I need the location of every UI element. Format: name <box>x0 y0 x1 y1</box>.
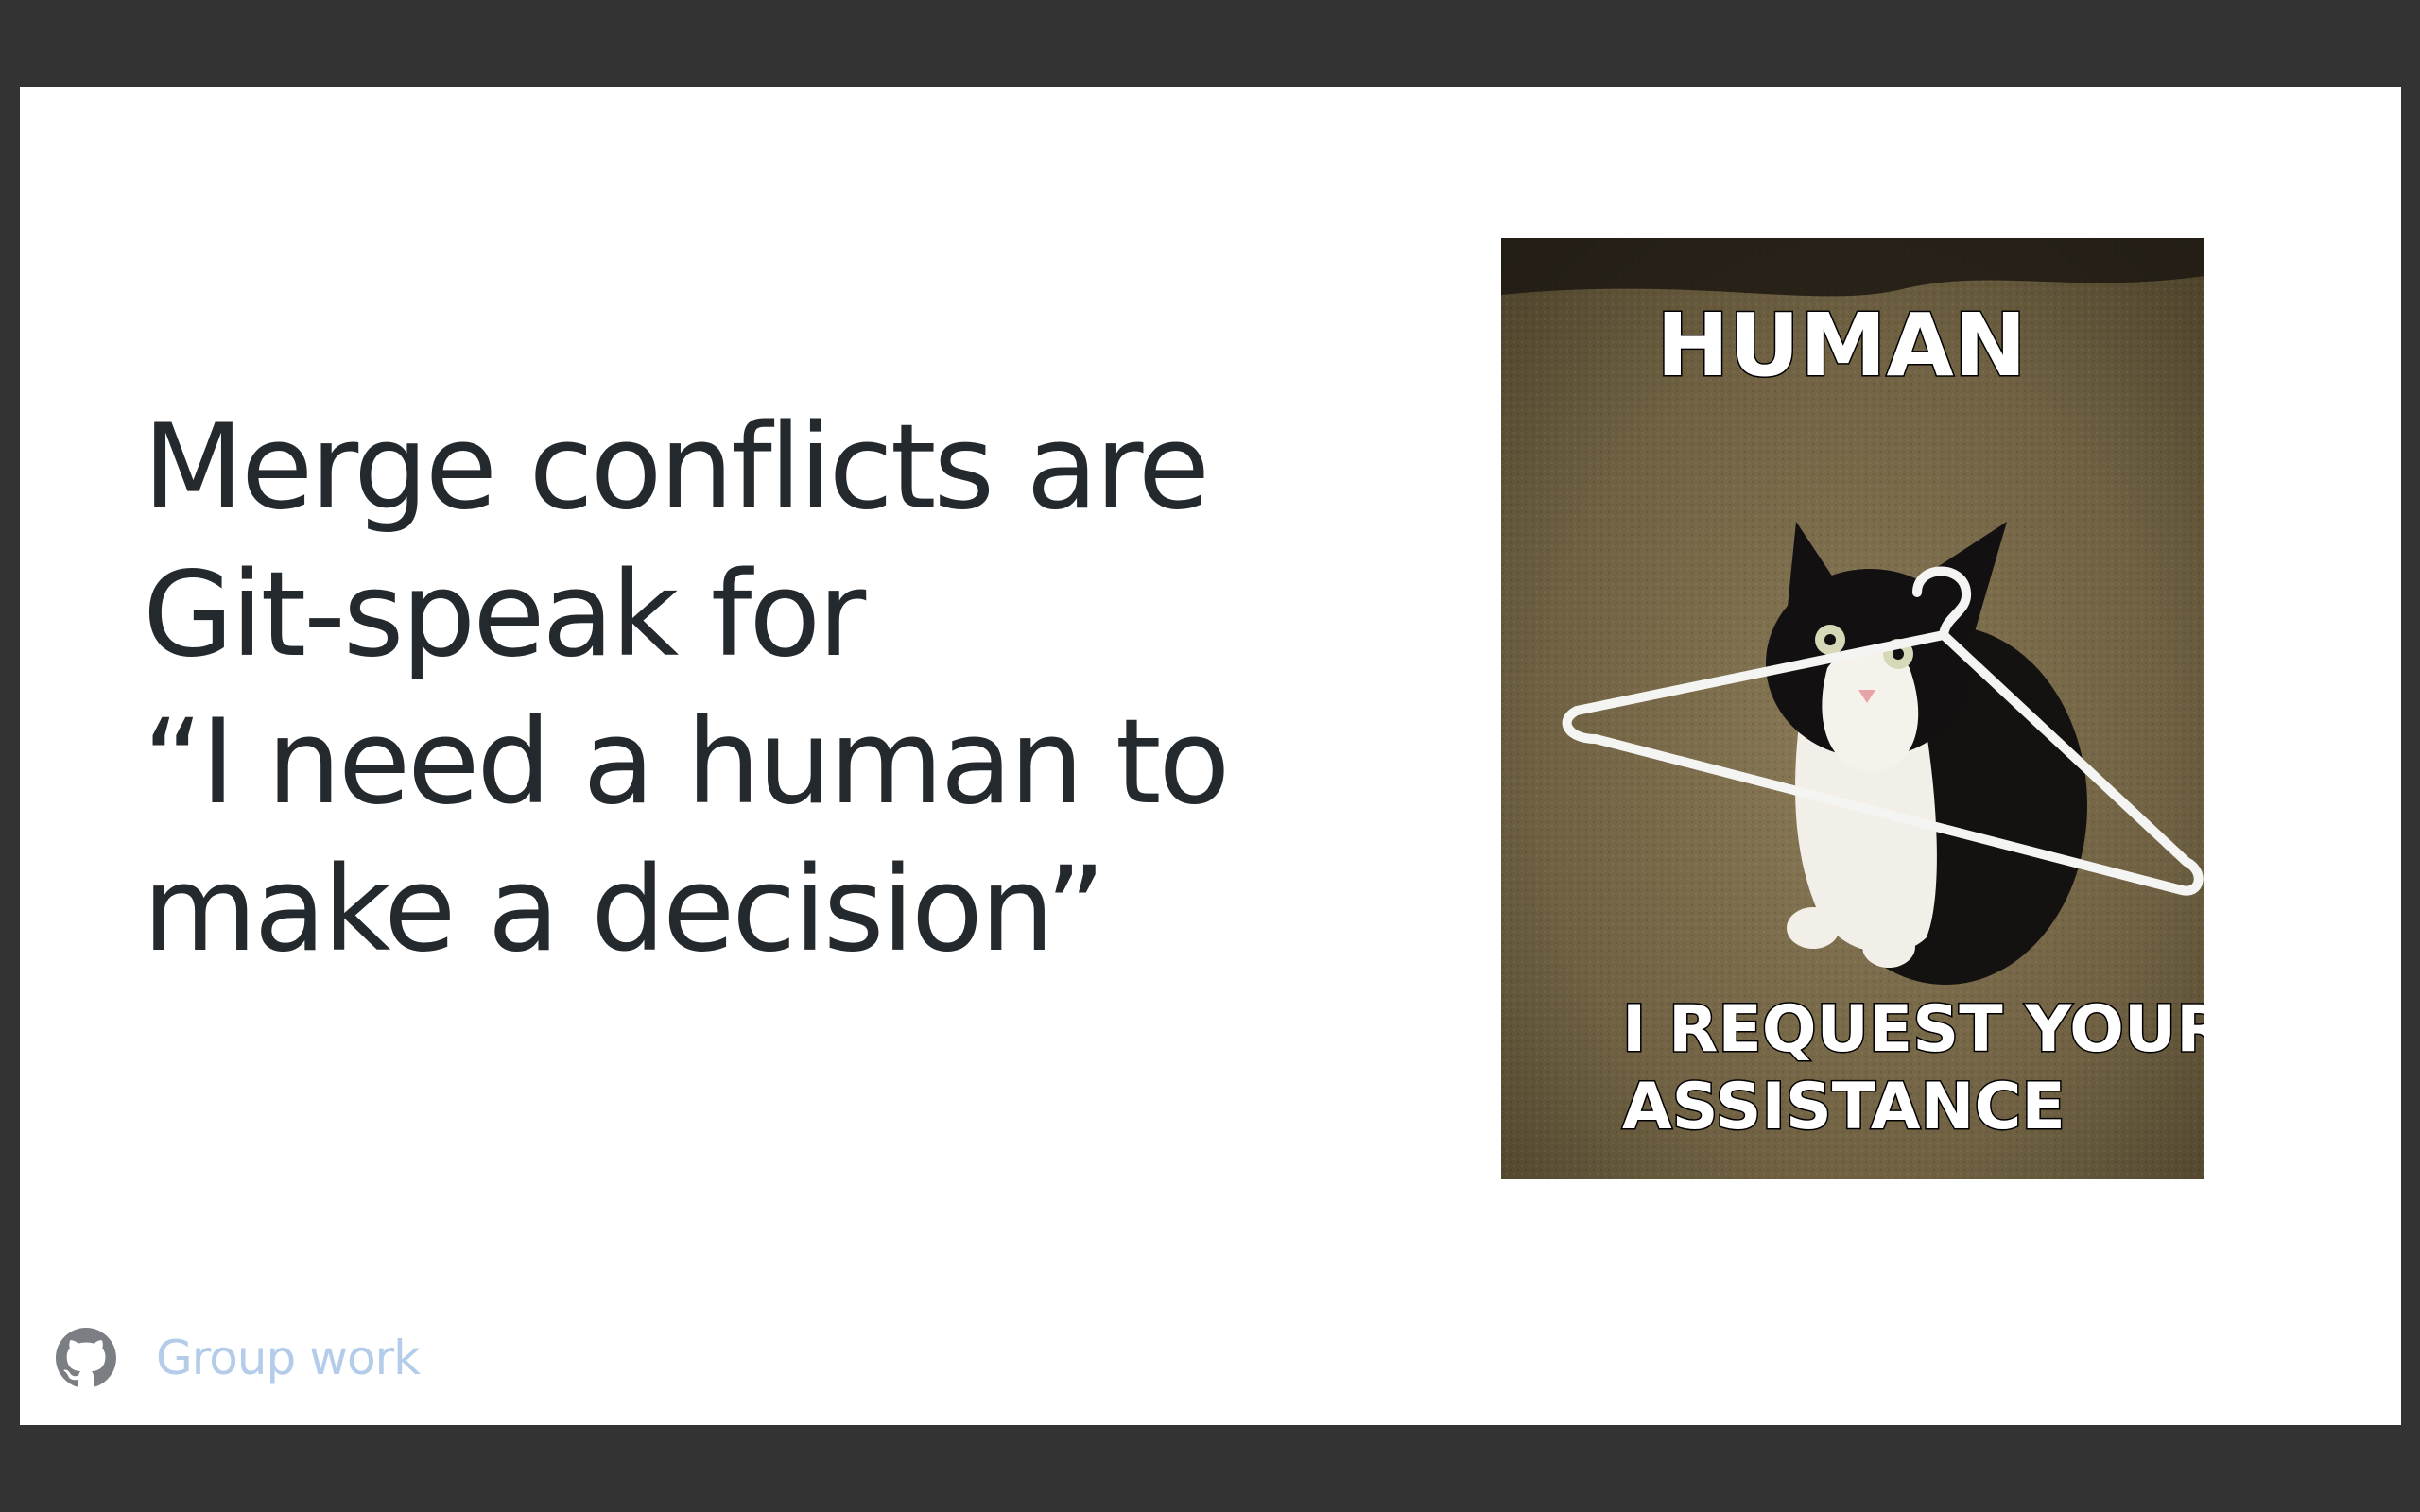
cat-meme-illustration: HUMAN I REQUEST YOUR ASSISTANCE <box>1501 238 2204 1179</box>
meme-bottom-text-line-1: I REQUEST YOUR <box>1622 992 2204 1067</box>
headline-line-1: Merge conflicts are <box>143 400 1210 536</box>
meme-top-text: HUMAN <box>1656 295 2026 396</box>
meme-bottom-text-line-2: ASSISTANCE <box>1622 1070 2066 1144</box>
slide: Merge conflicts are Git-speak for “I nee… <box>20 87 2401 1425</box>
footer-section-label: Group work <box>156 1331 421 1385</box>
headline-line-2: Git-speak for <box>143 547 866 683</box>
headline-line-4: make a decision” <box>143 842 1106 978</box>
slide-headline: Merge conflicts are Git-speak for “I nee… <box>143 394 1324 984</box>
github-icon[interactable] <box>56 1328 116 1388</box>
cat-meme-image: HUMAN I REQUEST YOUR ASSISTANCE <box>1501 238 2204 1179</box>
slide-footer: Group work <box>56 1325 421 1391</box>
headline-line-3: “I need a human to <box>143 695 1230 831</box>
